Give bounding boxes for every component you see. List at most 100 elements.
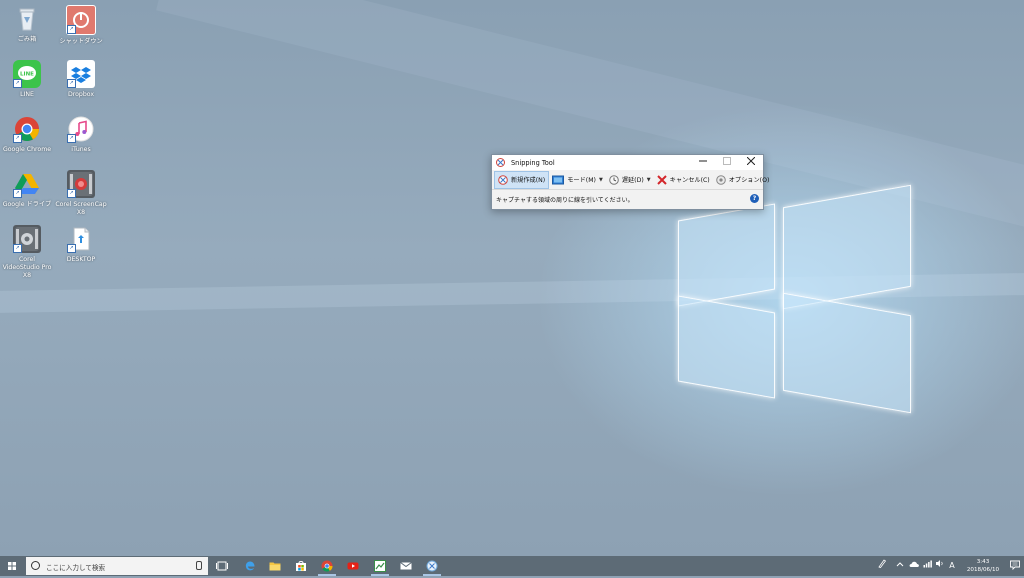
desktop-icon-dropbox[interactable]: ↗ Dropbox xyxy=(54,60,108,99)
desktop-icon-label: DESKTOP xyxy=(66,256,96,263)
corel-videostudio-icon: ↗ xyxy=(13,225,41,253)
options-button[interactable]: オプション(O) xyxy=(713,172,773,188)
cancel-label: キャンセル(C) xyxy=(669,177,710,184)
delay-label: 遅延(D) xyxy=(621,177,644,184)
mode-button[interactable]: モード(M) ▼ xyxy=(549,172,606,188)
folder-icon xyxy=(269,562,281,571)
desktop-icon-label: LINE xyxy=(20,91,34,98)
desktop-icon-line[interactable]: LINE ↗ LINE xyxy=(0,60,54,99)
chrome-icon: ↗ xyxy=(13,115,41,143)
cancel-button[interactable]: キャンセル(C) xyxy=(654,172,713,188)
action-center-button[interactable] xyxy=(1010,560,1020,571)
microphone-icon[interactable] xyxy=(196,561,202,570)
dropdown-arrow-icon: ▼ xyxy=(598,176,603,183)
maximize-icon xyxy=(723,157,731,165)
task-view-icon xyxy=(216,561,228,571)
desktop-icon-google-drive[interactable]: ↗ Google ドライブ xyxy=(0,170,54,209)
file-icon: ↗ xyxy=(67,225,95,253)
power-icon: ↗ xyxy=(66,5,96,35)
options-label: オプション(O) xyxy=(728,177,770,184)
desktop-icon-shutdown[interactable]: ↗ シャットダウン xyxy=(54,5,108,46)
clock-icon xyxy=(609,174,619,185)
line-app-icon: LINE ↗ xyxy=(13,60,41,88)
snipping-tool-window: Snipping Tool 新規作成(N) モード(M) ▼ 遅延(D) ▼ キ… xyxy=(491,154,769,210)
network-icon[interactable] xyxy=(922,556,932,576)
shortcut-arrow-icon: ↗ xyxy=(13,79,22,88)
start-button[interactable] xyxy=(0,556,24,576)
taskbar-search-box[interactable]: ここに入力して検索 xyxy=(26,557,208,575)
desktop-icon-label: iTunes xyxy=(71,146,91,153)
minimize-icon xyxy=(699,160,707,162)
taskbar: ここに入力して検索 A 3:43 2018/06/10 xyxy=(0,556,1024,576)
chrome-icon xyxy=(321,560,333,572)
taskbar-app-youtube[interactable] xyxy=(340,556,366,576)
maximize-button[interactable] xyxy=(715,155,739,170)
status-bar: キャプチャする領域の周りに線を引いてください。 ? xyxy=(492,189,763,208)
clock-date: 2018/06/10 xyxy=(966,567,1000,573)
delay-button[interactable]: 遅延(D) ▼ xyxy=(606,172,654,188)
taskbar-app-edge[interactable] xyxy=(237,556,263,576)
shortcut-arrow-icon: ↗ xyxy=(67,79,76,88)
desktop-icon-corel-screencap[interactable]: ↗ Corel ScreenCap X8 xyxy=(54,170,108,217)
notification-icon xyxy=(1010,560,1020,571)
taskbar-app-file-explorer[interactable] xyxy=(262,556,288,576)
dropbox-icon: ↗ xyxy=(67,60,95,88)
shortcut-arrow-icon: ↗ xyxy=(13,134,22,143)
taskbar-app-chrome[interactable] xyxy=(314,556,340,576)
desktop-icon-label: Dropbox xyxy=(67,91,95,98)
taskbar-clock[interactable]: 3:43 2018/06/10 xyxy=(962,558,1004,574)
windows-logo-pane xyxy=(783,292,911,414)
shortcut-arrow-icon: ↗ xyxy=(67,244,76,253)
desktop-icon-google-chrome[interactable]: ↗ Google Chrome xyxy=(0,115,54,154)
ime-mode-indicator[interactable]: A xyxy=(946,556,958,576)
status-text: キャプチャする領域の周りに線を引いてください。 xyxy=(496,196,634,204)
task-view-button[interactable] xyxy=(209,556,235,576)
options-gear-icon xyxy=(715,174,726,185)
new-snip-button[interactable]: 新規作成(N) xyxy=(494,170,550,189)
window-titlebar[interactable]: Snipping Tool xyxy=(492,155,763,170)
desktop-icon-desktop-file[interactable]: ↗ DESKTOP xyxy=(54,225,108,264)
desktop-icon-itunes[interactable]: ↗ iTunes xyxy=(54,115,108,154)
pen-workspace-icon[interactable] xyxy=(876,556,888,576)
itunes-icon: ↗ xyxy=(67,115,95,143)
help-icon[interactable]: ? xyxy=(750,194,759,203)
shortcut-arrow-icon: ↗ xyxy=(67,189,76,198)
shortcut-arrow-icon: ↗ xyxy=(67,134,76,143)
search-placeholder: ここに入力して検索 xyxy=(46,564,106,572)
taskbar-app-snipping-tool[interactable] xyxy=(419,556,445,576)
desktop-icon-corel-videostudio[interactable]: ↗ Corel VideoStudio Pro X8 xyxy=(0,225,54,280)
volume-icon[interactable] xyxy=(934,556,944,576)
store-bag-icon xyxy=(296,561,306,571)
close-button[interactable] xyxy=(739,155,763,170)
onedrive-cloud-icon[interactable] xyxy=(908,556,920,576)
mail-icon xyxy=(400,562,412,570)
youtube-icon xyxy=(347,562,359,570)
mode-icon xyxy=(552,175,565,185)
mode-label: モード(M) xyxy=(567,177,596,184)
snipping-tool-app-icon xyxy=(496,158,505,167)
snipping-toolbar: 新規作成(N) モード(M) ▼ 遅延(D) ▼ キャンセル(C) オプション(… xyxy=(492,170,769,189)
dropdown-arrow-icon: ▼ xyxy=(646,176,651,183)
show-hidden-icons-chevron-icon[interactable] xyxy=(895,556,905,576)
corel-screencap-icon: ↗ xyxy=(67,170,95,198)
desktop-icon-label: Google ドライブ xyxy=(2,201,52,208)
close-icon xyxy=(746,156,756,166)
taskbar-app-store[interactable] xyxy=(288,556,314,576)
svg-text:LINE: LINE xyxy=(20,72,34,78)
shortcut-arrow-icon: ↗ xyxy=(67,25,76,34)
snipping-tool-icon xyxy=(426,560,438,572)
desktop-icon-recycle-bin[interactable]: ごみ箱 xyxy=(0,5,54,44)
recycle-bin-icon xyxy=(13,5,41,33)
edge-icon xyxy=(245,561,255,571)
desktop-icon-label: シャットダウン xyxy=(59,38,103,45)
cancel-x-icon xyxy=(656,174,667,185)
taskbar-app-mail[interactable] xyxy=(393,556,419,576)
window-title: Snipping Tool xyxy=(511,158,555,167)
cortana-circle-icon xyxy=(31,561,40,570)
minimize-button[interactable] xyxy=(691,155,715,170)
windows-logo-pane xyxy=(678,295,775,399)
taskbar-app-spreadsheet[interactable] xyxy=(367,556,393,576)
desktop-icon-label: Corel VideoStudio Pro X8 xyxy=(2,256,52,279)
windows-start-icon xyxy=(8,562,16,570)
desktop-icon-label: ごみ箱 xyxy=(17,36,37,43)
